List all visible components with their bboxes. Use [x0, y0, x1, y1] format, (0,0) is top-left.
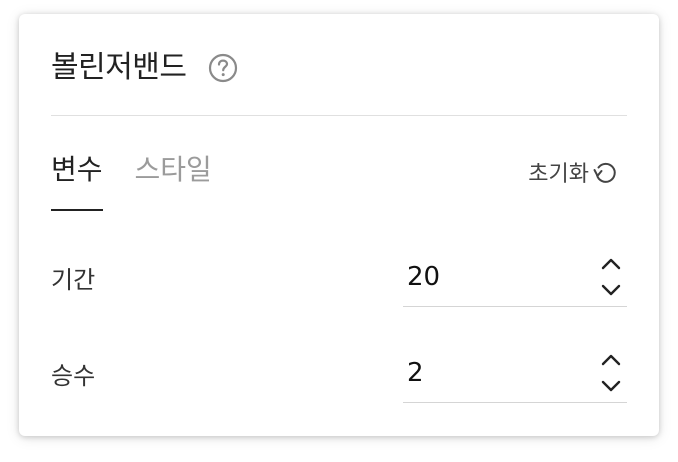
tab-style[interactable]: 스타일 — [135, 152, 212, 211]
reset-arrow-icon — [593, 162, 616, 183]
multiplier-stepper — [599, 344, 623, 402]
period-value[interactable]: 20 — [407, 262, 440, 292]
chevron-down-icon[interactable] — [599, 378, 623, 394]
chevron-down-icon[interactable] — [599, 282, 623, 298]
multiplier-row: 승수 2 — [51, 344, 627, 404]
multiplier-label: 승수 — [51, 362, 96, 390]
tab-variables[interactable]: 변수 — [51, 152, 103, 211]
chevron-up-icon[interactable] — [599, 256, 623, 272]
period-stepper — [599, 248, 623, 306]
multiplier-value[interactable]: 2 — [407, 358, 424, 388]
header-divider — [51, 115, 627, 116]
tab-bar: 변수 스타일 — [51, 152, 244, 211]
chevron-up-icon[interactable] — [599, 352, 623, 368]
question-circle-icon[interactable] — [207, 52, 239, 84]
period-row: 기간 20 — [51, 248, 627, 308]
panel-title: 볼린저밴드 — [51, 50, 187, 85]
multiplier-input[interactable]: 2 — [403, 344, 627, 403]
period-label: 기간 — [51, 266, 96, 294]
bollinger-settings-panel: 볼린저밴드 변수 스타일 초기화 기간 20 승수 2 — [19, 14, 659, 436]
reset-label: 초기화 — [528, 162, 589, 187]
panel-header: 볼린저밴드 — [51, 50, 239, 86]
reset-button[interactable]: 초기화 — [528, 156, 619, 188]
period-input[interactable]: 20 — [403, 248, 627, 307]
